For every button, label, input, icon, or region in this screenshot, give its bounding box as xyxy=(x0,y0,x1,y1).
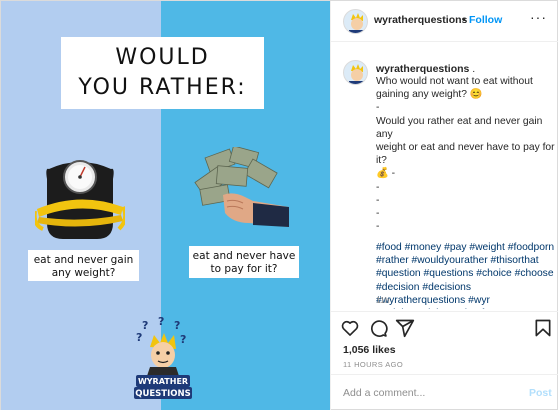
caption-line: - xyxy=(376,181,380,193)
money-in-hand-icon xyxy=(194,147,289,227)
caption-line: - xyxy=(376,102,380,114)
caption-username-suffix: . xyxy=(472,63,476,75)
hashtag-link[interactable]: #free xyxy=(476,308,499,309)
share-icon[interactable] xyxy=(395,318,415,338)
caption-line: - xyxy=(376,194,380,206)
mascot-text-line-2: QUESTIONS xyxy=(135,389,190,399)
post-comment-button[interactable]: Post xyxy=(529,387,552,399)
hashtag-link[interactable]: #thisorthat xyxy=(491,255,539,266)
caption-line: - xyxy=(376,221,380,233)
post-timestamp: 11 HOURS AGO xyxy=(343,360,404,369)
would-you-rather-title: WOULD YOU RATHER: xyxy=(61,37,264,109)
caption-line: gaining any weight? 😊 xyxy=(376,89,483,101)
hashtag-link[interactable]: #question xyxy=(376,268,421,279)
heart-icon[interactable] xyxy=(340,318,360,338)
option-right-line-1: eat and never have xyxy=(192,250,296,262)
instagram-post: WOULD YOU RATHER: eat and never gain any… xyxy=(0,0,558,410)
hashtag-link[interactable]: #foodporn xyxy=(508,242,554,253)
caption-username[interactable]: wyratherquestions xyxy=(376,63,469,75)
svg-text:?: ? xyxy=(180,333,186,346)
avatar[interactable] xyxy=(343,9,368,34)
hashtag-link[interactable]: #choose xyxy=(515,268,554,279)
post-sidebar: wyratherquestions • Follow ··· wyratherq… xyxy=(330,1,558,410)
header-username[interactable]: wyratherquestions xyxy=(374,14,467,26)
title-line-2: YOU RATHER: xyxy=(78,75,247,100)
avatar-mascot-icon xyxy=(349,13,365,33)
hashtag-link[interactable]: #rather xyxy=(376,255,409,266)
caption-line: 💰 - xyxy=(376,168,396,180)
avatar-mascot-icon xyxy=(349,64,365,84)
caption-username-row: wyratherquestions . xyxy=(376,63,475,75)
svg-text:?: ? xyxy=(142,319,148,332)
option-left-line-2: any weight? xyxy=(51,267,116,279)
hashtag-link[interactable]: #nomoney xyxy=(502,308,550,309)
post-image[interactable]: WOULD YOU RATHER: eat and never gain any… xyxy=(1,1,330,410)
hashtag-link[interactable]: #decision xyxy=(376,282,420,293)
hashtag-link[interactable]: #money xyxy=(405,242,442,253)
option-right-caption: eat and never have to pay for it? xyxy=(189,246,299,278)
caption-line: weight or eat and never have to pay for … xyxy=(376,142,555,167)
add-comment-bar: Post xyxy=(331,374,558,410)
svg-text:?: ? xyxy=(136,331,142,344)
caption-line: Would you rather eat and never gain any xyxy=(376,115,543,140)
caption-time: 11h xyxy=(376,295,390,305)
hashtag-link[interactable]: #food xyxy=(376,242,402,253)
likes-count[interactable]: 1,056 likes xyxy=(343,344,396,356)
post-header: wyratherquestions • Follow ··· xyxy=(331,1,558,42)
more-options-icon[interactable]: ··· xyxy=(530,9,547,25)
caption-avatar[interactable] xyxy=(343,60,368,85)
bookmark-icon[interactable] xyxy=(533,318,553,338)
hashtag-link[interactable]: #wyr xyxy=(468,295,490,306)
caption-text: Who would not want to eat without gaining… xyxy=(376,75,556,233)
caption-hashtags: #food #money #pay #weight #foodporn #rat… xyxy=(376,241,558,309)
caption-line: - xyxy=(376,208,380,220)
hashtag-link[interactable]: #choice xyxy=(476,268,512,279)
hashtag-link[interactable]: #gainingweight xyxy=(376,308,445,309)
caption-line: Who would not want to eat without xyxy=(376,76,533,87)
comment-icon[interactable] xyxy=(368,318,388,338)
follow-button[interactable]: Follow xyxy=(469,14,502,26)
hashtag-link[interactable]: #weight xyxy=(469,242,505,253)
header-separator-dot: • xyxy=(462,14,466,26)
hashtag-link[interactable]: #gain xyxy=(448,308,473,309)
option-right-line-2: to pay for it? xyxy=(210,263,278,275)
option-left-line-1: eat and never gain xyxy=(33,254,134,266)
mascot-logo: ??? ?? WYRATHER QUESTIONS xyxy=(134,317,192,399)
bathroom-scale-icon xyxy=(35,160,125,239)
hashtag-link[interactable]: #wouldyourather xyxy=(412,255,488,266)
title-line-1: WOULD xyxy=(115,45,210,70)
hashtag-link[interactable]: #decisions xyxy=(422,282,471,293)
option-left-caption: eat and never gain any weight? xyxy=(28,250,139,281)
action-bar xyxy=(331,311,558,343)
svg-text:?: ? xyxy=(174,319,180,332)
hashtag-link[interactable]: #questions xyxy=(424,268,474,279)
hashtag-link[interactable]: #pay xyxy=(444,242,466,253)
svg-text:?: ? xyxy=(158,317,164,328)
comment-input[interactable] xyxy=(343,384,513,402)
caption-section: wyratherquestions . Who would not want t… xyxy=(331,43,558,309)
mascot-text-line-1: WYRATHER xyxy=(138,377,188,386)
